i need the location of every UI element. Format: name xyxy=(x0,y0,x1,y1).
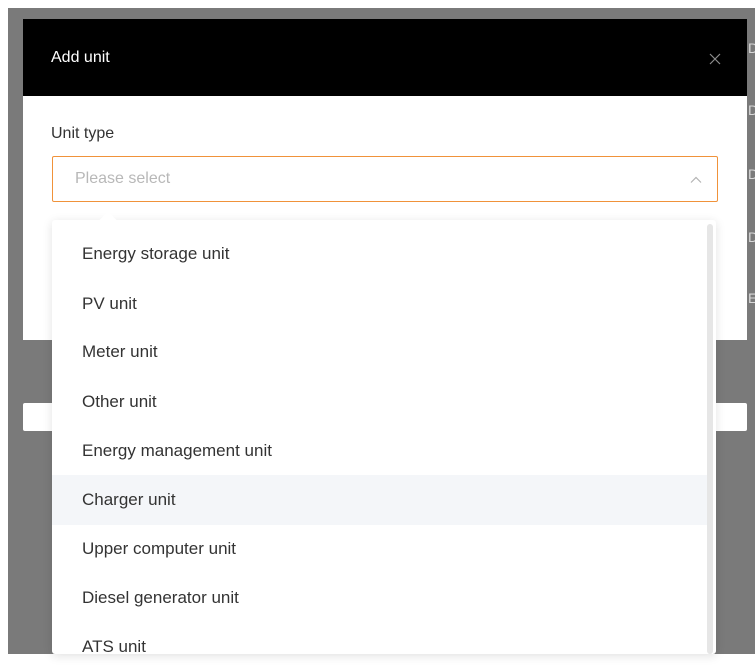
modal-header: Add unit xyxy=(23,19,747,96)
close-icon[interactable] xyxy=(707,51,723,67)
modal-title: Add unit xyxy=(51,49,110,66)
dropdown-option[interactable]: PV unit xyxy=(52,279,708,329)
background-edge-glyph: D xyxy=(748,166,755,182)
dropdown-scrollbar[interactable] xyxy=(707,224,713,654)
unit-type-dropdown[interactable]: Energy storage unit PV unit Meter unit O… xyxy=(52,211,716,656)
unit-type-label: Unit type xyxy=(51,125,115,142)
dropdown-option[interactable]: Energy storage unit xyxy=(52,229,708,279)
dropdown-option[interactable]: Other unit xyxy=(52,377,708,427)
chevron-up-icon xyxy=(689,173,703,187)
background-edge-glyph: D xyxy=(748,40,755,56)
background-edge-glyph: D xyxy=(748,102,755,118)
dropdown-option[interactable]: Diesel generator unit xyxy=(52,573,708,623)
unit-type-select[interactable]: Please select xyxy=(52,156,718,202)
background-edge-glyph: E xyxy=(748,290,755,306)
dropdown-option[interactable]: Meter unit xyxy=(52,327,708,377)
unit-type-placeholder: Please select xyxy=(75,170,171,187)
dropdown-option-hovered[interactable]: Charger unit xyxy=(52,475,708,525)
dropdown-option[interactable]: Upper computer unit xyxy=(52,524,708,574)
dropdown-option[interactable]: Energy management unit xyxy=(52,426,708,476)
dropdown-option[interactable]: ATS unit xyxy=(52,622,708,672)
background-edge-glyph: D xyxy=(748,229,755,245)
